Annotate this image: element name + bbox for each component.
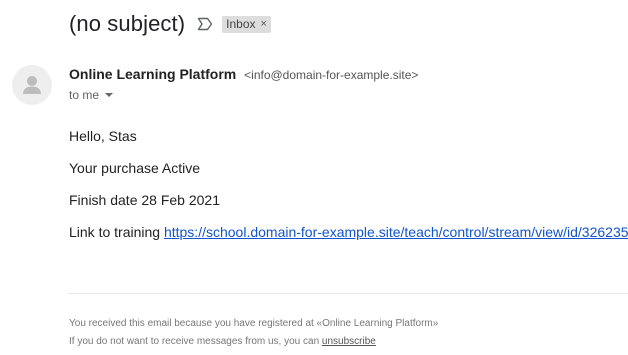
subject-header: (no subject) Inbox × — [69, 9, 271, 39]
recipient-line: to me — [69, 88, 114, 102]
inbox-label-chip[interactable]: Inbox × — [222, 15, 271, 33]
greeting-text: Hello, Stas — [69, 128, 137, 144]
chevron-down-icon[interactable] — [105, 93, 114, 97]
training-link-label: Link to training — [69, 224, 161, 240]
purchase-status-text: Your purchase Active — [69, 160, 201, 176]
training-link[interactable]: https://school.domain-for-example.site/t… — [164, 224, 628, 240]
email-subject: (no subject) — [69, 11, 186, 36]
footer-notice: You received this email because you have… — [69, 318, 439, 329]
unsubscribe-link[interactable]: unsubscribe — [322, 336, 376, 347]
avatar[interactable] — [12, 65, 52, 105]
to-me-label: to me — [69, 88, 100, 102]
footer-divider — [69, 293, 628, 294]
footer-unsubscribe-line: If you do not want to receive messages f… — [69, 336, 376, 347]
person-icon — [23, 76, 41, 94]
sender-email: <info@domain-for-example.site> — [244, 68, 419, 82]
label-important-outline-icon[interactable] — [197, 17, 213, 31]
sender-name[interactable]: Online Learning Platform — [69, 66, 236, 82]
finish-date-text: Finish date 28 Feb 2021 — [69, 192, 220, 208]
inbox-label-text: Inbox — [226, 16, 256, 31]
sender-line: Online Learning Platform <info@domain-fo… — [69, 66, 418, 82]
remove-label-icon[interactable]: × — [261, 18, 267, 30]
training-link-line: Link to training https://school.domain-f… — [69, 224, 628, 240]
footer-unsubscribe-prefix: If you do not want to receive messages f… — [69, 336, 320, 347]
